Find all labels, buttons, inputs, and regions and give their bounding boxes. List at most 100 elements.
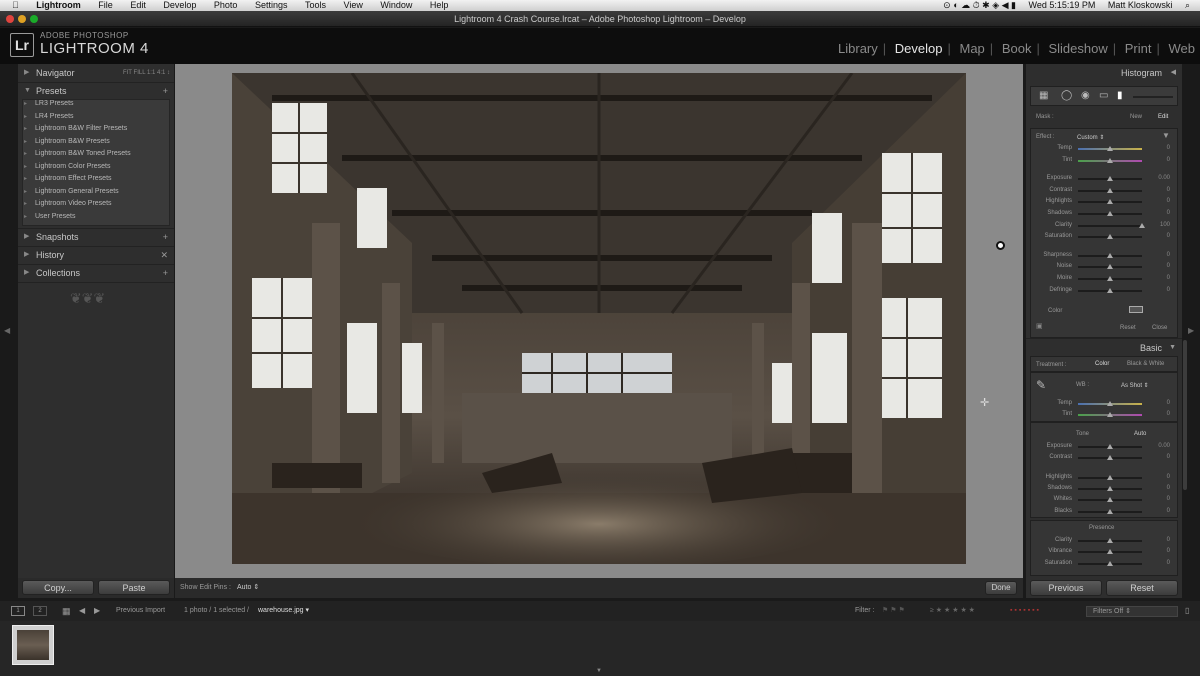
treatment-color-button[interactable]: Color xyxy=(1095,361,1109,367)
rating-filter-stars[interactable]: ≥ ★ ★ ★ ★ ★ xyxy=(930,601,975,621)
menu-develop[interactable]: Develop xyxy=(163,0,196,11)
filmstrip-lock-icon[interactable]: ▯ xyxy=(1185,601,1189,621)
slider-thumb[interactable] xyxy=(1107,549,1113,555)
brush-toggle-icon[interactable]: ▣ xyxy=(1036,322,1043,330)
slider-value[interactable]: 0 xyxy=(1144,508,1170,514)
slider-value[interactable]: 0 xyxy=(1144,263,1170,269)
slider-thumb[interactable] xyxy=(1107,485,1113,491)
brush-reset-button[interactable]: Reset xyxy=(1120,325,1136,331)
wb-select[interactable]: As Shot ⇕ xyxy=(1121,382,1149,389)
panel-collapse-icon[interactable]: ▼ xyxy=(1162,131,1170,140)
slider-value[interactable]: 0 xyxy=(1144,252,1170,258)
slider-thumb[interactable] xyxy=(1107,412,1113,417)
module-develop[interactable]: Develop xyxy=(890,41,948,56)
right-panel-toggle-icon[interactable]: ▶ xyxy=(1188,326,1194,335)
slider-value[interactable]: 0 xyxy=(1144,454,1170,460)
apple-icon[interactable]:  xyxy=(12,0,19,11)
slider-thumb[interactable] xyxy=(1107,146,1113,151)
clock[interactable]: Wed 5:15:19 PM xyxy=(1029,0,1096,10)
photo-warehouse[interactable] xyxy=(232,73,966,564)
slider-value[interactable]: 0 xyxy=(1144,474,1170,480)
basic-header[interactable]: Basic ▼ xyxy=(1026,338,1182,356)
menu-lightroom[interactable]: Lightroom xyxy=(36,0,81,11)
user-name[interactable]: Matt Kloskowski xyxy=(1108,0,1173,10)
tool-slider[interactable] xyxy=(1133,96,1173,98)
preset-folder[interactable]: Lightroom Color Presets xyxy=(22,161,168,174)
eyedropper-icon[interactable]: ✎ xyxy=(1036,378,1046,392)
slider-value[interactable]: 0 xyxy=(1144,210,1170,216)
edit-pin-icon[interactable] xyxy=(996,241,1005,250)
slider-value[interactable]: 0 xyxy=(1144,560,1170,566)
panel-toggle-bottom-icon[interactable]: ▼ xyxy=(596,668,602,674)
slider-value[interactable]: 0 xyxy=(1144,157,1170,163)
slider-thumb[interactable] xyxy=(1107,444,1113,449)
slider-value[interactable]: 0 xyxy=(1144,548,1170,554)
slider-track[interactable] xyxy=(1078,224,1142,227)
slider-thumb[interactable] xyxy=(1107,211,1113,216)
module-map[interactable]: Map xyxy=(955,41,990,56)
slider-value[interactable]: 0 xyxy=(1144,400,1170,406)
slider-thumb[interactable] xyxy=(1107,187,1113,193)
slider-thumb[interactable] xyxy=(1107,199,1113,205)
second-window-icon[interactable]: 2 xyxy=(33,606,47,616)
preset-folder[interactable]: User Presets xyxy=(22,211,168,224)
minimize-window-icon[interactable] xyxy=(18,15,26,23)
slider-thumb[interactable] xyxy=(1107,264,1113,270)
add-snapshot-icon[interactable]: + xyxy=(163,228,168,246)
slider-thumb[interactable] xyxy=(1107,234,1113,240)
status-icons[interactable]: ⊙ ◐ ☁ ⏱ ✱ ◈ ◀ ▮ xyxy=(943,0,1016,10)
module-slideshow[interactable]: Slideshow xyxy=(1043,41,1112,56)
slider-thumb[interactable] xyxy=(1107,560,1113,566)
histogram-header[interactable]: Histogram ◀ xyxy=(1026,64,1182,82)
menu-photo[interactable]: Photo xyxy=(214,0,238,11)
graduated-filter-icon[interactable]: ▭ xyxy=(1099,90,1108,101)
spot-removal-icon[interactable]: ◯ xyxy=(1061,90,1072,101)
slider-value[interactable]: 0 xyxy=(1144,411,1170,417)
snapshots-header[interactable]: ▶ Snapshots + xyxy=(18,228,174,246)
treatment-bw-button[interactable]: Black & White xyxy=(1127,361,1164,367)
preset-folder[interactable]: Lightroom B&W Filter Presets xyxy=(22,123,168,136)
slider-thumb[interactable] xyxy=(1107,497,1113,503)
module-web[interactable]: Web xyxy=(1164,41,1200,56)
brush-close-button[interactable]: Close xyxy=(1152,325,1167,331)
slider-thumb[interactable] xyxy=(1107,538,1113,543)
module-library[interactable]: Library xyxy=(833,41,883,56)
menu-view[interactable]: View xyxy=(344,0,363,11)
slider-thumb[interactable] xyxy=(1107,287,1113,293)
preset-folder[interactable]: Lightroom B&W Presets xyxy=(22,136,168,149)
back-arrow-icon[interactable]: ◀ xyxy=(79,601,85,621)
color-label-filter-icons[interactable]: ▪ ▪ ▪ ▪ ▪ ▪ ▪ xyxy=(1010,601,1039,621)
main-window-icon[interactable]: 1 xyxy=(11,606,25,616)
preset-folder[interactable]: LR3 Presets xyxy=(22,98,168,111)
history-header[interactable]: ▶ History ✕ xyxy=(18,246,174,264)
zoom-window-icon[interactable] xyxy=(30,15,38,23)
slider-thumb[interactable] xyxy=(1107,276,1113,281)
slider-thumb[interactable] xyxy=(1107,455,1113,461)
slider-value[interactable]: 0 xyxy=(1144,187,1170,193)
tone-auto-button[interactable]: Auto xyxy=(1134,431,1146,437)
navigator-header[interactable]: ▶ Navigator FIT FILL 1:1 4:1 ↕ xyxy=(18,64,174,82)
paste-settings-button[interactable]: Paste xyxy=(98,580,170,595)
previous-button[interactable]: Previous xyxy=(1030,580,1102,596)
slider-value[interactable]: 0 xyxy=(1144,485,1170,491)
done-button[interactable]: Done xyxy=(985,581,1017,595)
menu-file[interactable]: File xyxy=(98,0,113,11)
slider-thumb[interactable] xyxy=(1107,474,1113,480)
slider-thumb[interactable] xyxy=(1107,157,1113,163)
module-print[interactable]: Print xyxy=(1120,41,1157,56)
color-swatch[interactable] xyxy=(1129,306,1143,313)
menu-window[interactable]: Window xyxy=(380,0,412,11)
slider-value[interactable]: 0 xyxy=(1144,275,1170,281)
mask-new-button[interactable]: New xyxy=(1130,114,1142,120)
slider-value[interactable]: 0 xyxy=(1144,233,1170,239)
effect-select[interactable]: Custom ⇕ xyxy=(1077,134,1104,141)
right-panel-scrollbar[interactable] xyxy=(1183,340,1187,490)
slider-value[interactable]: 0 xyxy=(1144,198,1170,204)
slider-thumb[interactable] xyxy=(1107,252,1113,258)
navigator-zoom-options[interactable]: FIT FILL 1:1 4:1 ↕ xyxy=(123,64,170,82)
menu-help[interactable]: Help xyxy=(430,0,449,11)
crop-tool-icon[interactable]: ▦ xyxy=(1039,90,1048,101)
flag-filter-icons[interactable]: ⚑ ⚑ ⚑ xyxy=(882,601,905,621)
preset-folder[interactable]: LR4 Presets xyxy=(22,111,168,124)
preset-folder[interactable]: Lightroom General Presets xyxy=(22,186,168,199)
